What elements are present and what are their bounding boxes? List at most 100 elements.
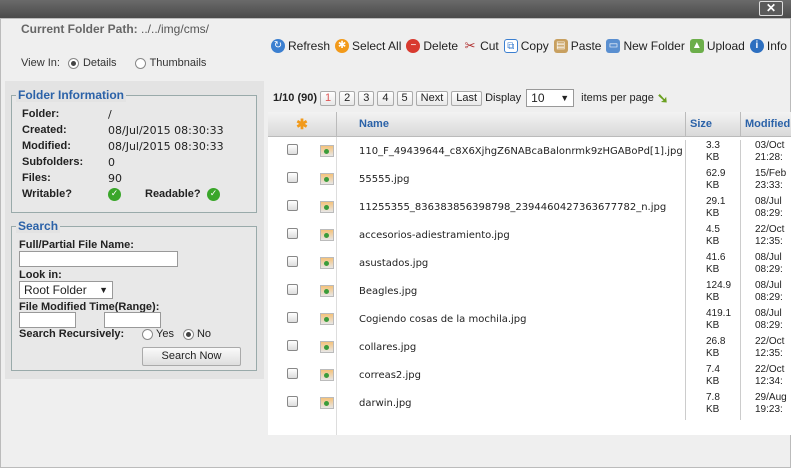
- per-page-select[interactable]: 10 ▼: [526, 89, 575, 107]
- file-name-cell[interactable]: accesorios-adiestramiento.jpg: [359, 230, 510, 241]
- file-name-cell[interactable]: correas2.jpg: [359, 370, 421, 381]
- file-name-cell[interactable]: collares.jpg: [359, 342, 416, 353]
- info-permissions: Writable? ✓ Readable? ✓: [22, 188, 220, 201]
- table-row[interactable]: 110_F_49439644_c8X6XjhgZ6NABcaBalonrmk9z…: [268, 137, 791, 168]
- file-name-input[interactable]: [19, 251, 178, 267]
- paste-button[interactable]: ▤ Paste: [553, 39, 601, 53]
- table-row[interactable]: 55555.jpg 62.9 KB 15/Feb 23:33:: [268, 165, 791, 196]
- name-column-header[interactable]: Name: [336, 112, 685, 137]
- file-modified-time: 12:35:: [755, 348, 783, 359]
- upload-button[interactable]: ▲ Upload: [689, 39, 745, 53]
- page-status: 1/10 (90): [273, 92, 318, 104]
- file-size-unit: KB: [706, 236, 720, 247]
- table-row[interactable]: correas2.jpg 7.4 KB 22/Oct 12:34:: [268, 361, 791, 392]
- modified-label: Modified:: [22, 140, 71, 152]
- file-modified-cell: 22/Oct 12:34:: [740, 364, 784, 392]
- file-name-cell[interactable]: Cogiendo cosas de la mochila.jpg: [359, 314, 527, 325]
- file-size-unit: KB: [706, 152, 720, 163]
- row-checkbox[interactable]: [287, 312, 298, 323]
- row-checkbox[interactable]: [287, 144, 298, 155]
- file-modified-time: 08:29:: [755, 208, 783, 219]
- info-button[interactable]: i Info: [749, 39, 787, 53]
- page-3-button[interactable]: 3: [358, 90, 375, 106]
- folder-info-panel: Folder Information Folder: / Created: 08/J…: [11, 88, 257, 213]
- file-size-unit: KB: [706, 264, 720, 275]
- row-checkbox[interactable]: [287, 200, 298, 211]
- look-in-select[interactable]: Root Folder ▼: [19, 281, 113, 299]
- file-size-value: 4.5: [706, 224, 720, 235]
- size-column-header[interactable]: Size: [685, 112, 740, 137]
- table-row[interactable]: asustados.jpg 41.6 KB 08/Jul 08:29:: [268, 249, 791, 280]
- view-details-radio[interactable]: [67, 57, 79, 69]
- copy-button[interactable]: ⧉ Copy: [503, 39, 549, 53]
- select-all-button[interactable]: ✱ Select All: [335, 39, 401, 53]
- close-button[interactable]: ✕: [759, 1, 783, 16]
- info-label: Info: [766, 39, 787, 53]
- row-checkbox[interactable]: [287, 396, 298, 407]
- file-size-cell: 7.4 KB: [685, 364, 740, 392]
- image-file-icon: [320, 369, 334, 381]
- info-files: Files: 90: [22, 172, 122, 185]
- select-all-header-icon[interactable]: ✱: [268, 112, 336, 137]
- recursive-yes-radio[interactable]: [142, 328, 153, 340]
- file-name-cell[interactable]: 110_F_49439644_c8X6XjhgZ6NABcaBalonrmk9z…: [359, 146, 683, 157]
- folder-label: Folder:: [22, 108, 60, 120]
- table-row[interactable]: Cogiendo cosas de la mochila.jpg 419.1 KB 0…: [268, 305, 791, 336]
- file-name-cell[interactable]: asustados.jpg: [359, 258, 428, 269]
- file-modified-date: 08/Jul: [755, 196, 782, 207]
- file-name-cell[interactable]: 55555.jpg: [359, 174, 409, 185]
- search-now-button[interactable]: Search Now: [142, 347, 241, 366]
- row-checkbox[interactable]: [287, 368, 298, 379]
- next-page-button[interactable]: Next: [415, 90, 449, 106]
- table-row[interactable]: collares.jpg 26.8 KB 22/Oct 12:35:: [268, 333, 791, 364]
- copy-label: Copy: [520, 39, 549, 53]
- view-thumbnails-radio[interactable]: [134, 57, 146, 69]
- image-file-icon: [320, 229, 334, 241]
- row-checkbox[interactable]: [287, 340, 298, 351]
- folder-info-title: Folder Information: [16, 88, 126, 102]
- recursive-no-radio[interactable]: [182, 328, 194, 340]
- file-size-cell: 419.1 KB: [685, 308, 740, 336]
- file-modified-time: 12:35:: [755, 236, 783, 247]
- modified-to-input[interactable]: [104, 312, 161, 328]
- file-modified-time: 23:33:: [755, 180, 783, 191]
- row-checkbox[interactable]: [287, 284, 298, 295]
- page-1-button[interactable]: 1: [320, 90, 337, 106]
- view-thumbnails-label[interactable]: Thumbnails: [150, 57, 207, 69]
- new-folder-button[interactable]: ▭ New Folder: [606, 39, 685, 53]
- file-modified-time: 21:28:: [755, 152, 783, 163]
- file-modified-date: 22/Oct: [755, 224, 785, 235]
- refresh-button[interactable]: ↻ Refresh: [271, 39, 330, 53]
- view-details-label[interactable]: Details: [83, 57, 117, 69]
- page-5-button[interactable]: 5: [396, 90, 413, 106]
- file-size-cell: 26.8 KB: [685, 336, 740, 364]
- file-modified-time: 12:34:: [755, 376, 783, 387]
- modified-from-input[interactable]: [19, 312, 76, 328]
- folder-path-label: Current Folder Path:: [21, 22, 138, 36]
- file-name-cell[interactable]: 11255355_836383856398798_239446042736367…: [359, 202, 666, 213]
- info-subfolders: Subfolders: 0: [22, 156, 115, 169]
- recursive-yes-label[interactable]: Yes: [156, 328, 174, 340]
- file-name-cell[interactable]: darwin.jpg: [359, 398, 412, 409]
- file-size-value: 419.1: [706, 308, 732, 319]
- table-row[interactable]: darwin.jpg 7.8 KB 29/Aug 19:23:: [268, 389, 791, 420]
- recursive-no-label[interactable]: No: [197, 328, 211, 340]
- file-size-value: 7.4: [706, 364, 720, 375]
- go-arrow-icon[interactable]: ➘: [657, 90, 669, 107]
- page-4-button[interactable]: 4: [377, 90, 394, 106]
- last-page-button[interactable]: Last: [451, 90, 483, 106]
- table-row[interactable]: accesorios-adiestramiento.jpg 4.5 KB 22/Oct…: [268, 221, 791, 252]
- modified-value: 08/Jul/2015 08:30:33: [108, 140, 224, 153]
- row-checkbox[interactable]: [287, 172, 298, 183]
- table-row[interactable]: 11255355_836383856398798_239446042736367…: [268, 193, 791, 224]
- cut-button[interactable]: ✂ Cut: [463, 39, 499, 54]
- row-checkbox[interactable]: [287, 228, 298, 239]
- file-name-cell[interactable]: Beagles.jpg: [359, 286, 417, 297]
- created-value: 08/Jul/2015 08:30:33: [108, 124, 224, 137]
- delete-button[interactable]: − Delete: [406, 39, 458, 53]
- delete-label: Delete: [423, 39, 459, 53]
- modified-column-header[interactable]: Modified: [740, 112, 791, 137]
- page-2-button[interactable]: 2: [339, 90, 356, 106]
- row-checkbox[interactable]: [287, 256, 298, 267]
- table-row[interactable]: Beagles.jpg 124.9 KB 08/Jul 08:29:: [268, 277, 791, 308]
